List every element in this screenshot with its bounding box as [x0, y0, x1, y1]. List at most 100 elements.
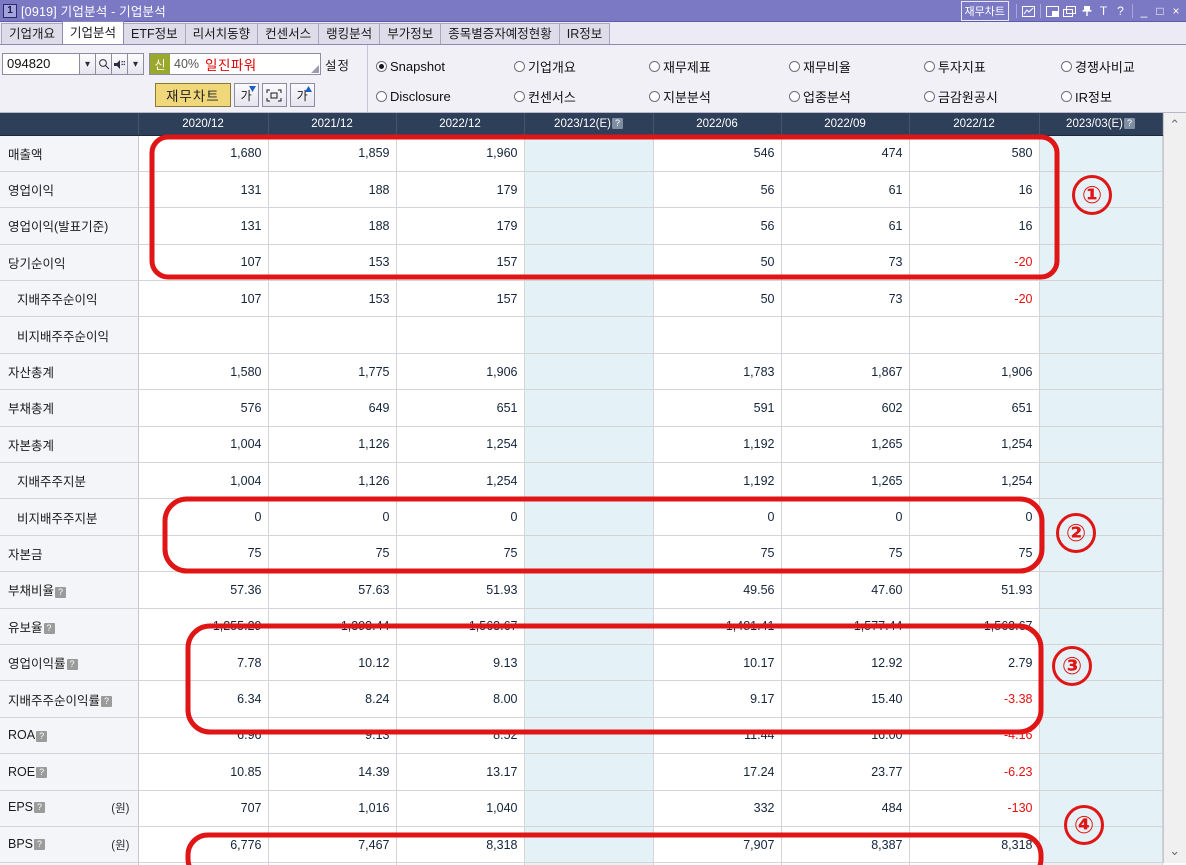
cell-EPS-2022/12[interactable]: 1,040 [396, 790, 525, 827]
table-row[interactable]: 유보율? 1,255.29 1,393.44 1,563.67 1,481.41 1,57… [0, 608, 1163, 645]
cell-자본총계-2023/03(E)[interactable] [1039, 426, 1163, 464]
cell-지배주주순이익률-2020/12[interactable]: 6.34 [138, 680, 269, 718]
cell-자본총계-2022/06[interactable]: 1,192 [653, 426, 782, 464]
help-icon[interactable]: ? [36, 730, 48, 742]
cell-부채비율-2022/09[interactable]: 47.60 [781, 571, 910, 609]
cell-BPS-2022/06[interactable]: 7,907 [653, 826, 782, 864]
cell-부채비율-2022/12[interactable]: 51.93 [396, 571, 525, 609]
cell-영업이익-2022/06[interactable]: 56 [653, 171, 782, 209]
cell-ROA-2020/12[interactable]: 6.96 [138, 717, 269, 755]
cell-영업이익률-2021/12[interactable]: 10.12 [268, 644, 397, 682]
table-row[interactable]: 당기순이익 107 153 157 50 73 -20 [0, 244, 1163, 282]
help-icon[interactable]: ? [55, 586, 67, 598]
tab-컨센서스[interactable]: 컨센서스 [257, 23, 320, 44]
cell-영업이익(발표기준)-2022/06[interactable]: 56 [653, 207, 782, 245]
table-header-2022/06[interactable]: 2022/06 [653, 113, 782, 136]
cell-영업이익-2022/12[interactable]: 179 [396, 171, 525, 209]
cell-지배주주순이익률-2021/12[interactable]: 8.24 [268, 680, 397, 718]
cell-지배주주순이익-2023/03(E)[interactable] [1039, 280, 1163, 318]
cell-지배주주지분-2022/06[interactable]: 1,192 [653, 462, 782, 500]
cell-자본금-2022/12[interactable]: 75 [396, 535, 525, 573]
cell-ROA-2022/09[interactable]: 16.00 [781, 717, 910, 755]
cell-비지배주주순이익-2021/12[interactable] [268, 316, 397, 354]
cell-영업이익-2020/12[interactable]: 131 [138, 171, 269, 209]
cell-당기순이익-2023/12(E)[interactable] [524, 244, 654, 282]
cell-매출액-2022/06[interactable]: 546 [653, 135, 782, 172]
cell-영업이익률-2022/12[interactable]: 2.79 [909, 644, 1040, 682]
cell-영업이익(발표기준)-2020/12[interactable]: 131 [138, 207, 269, 245]
cell-BPS-2021/12[interactable]: 7,467 [268, 826, 397, 864]
cell-BPS-2023/03(E)[interactable] [1039, 826, 1163, 864]
speaker-icon[interactable] [111, 53, 128, 75]
maximize-button[interactable]: □ [1152, 3, 1168, 19]
chevron-down-icon[interactable]: ⌄ [1169, 839, 1180, 863]
table-row[interactable]: 지배주주지분 1,004 1,126 1,254 1,192 1,265 1,254 [0, 462, 1163, 500]
cell-영업이익률-2023/03(E)[interactable] [1039, 644, 1163, 682]
table-row[interactable]: 매출액 1,680 1,859 1,960 546 474 580 [0, 135, 1163, 172]
font-decrease-icon[interactable]: 가 [233, 83, 259, 107]
radio-경쟁사비교[interactable]: 경쟁사비교 [1061, 57, 1135, 76]
vertical-scrollbar[interactable]: ⌃ ⌄ [1162, 113, 1186, 863]
chart-icon[interactable] [1020, 3, 1037, 19]
cell-비지배주주지분-2022/12[interactable]: 0 [396, 498, 525, 536]
cell-자본총계-2022/09[interactable]: 1,265 [781, 426, 910, 464]
cell-부채총계-2023/03(E)[interactable] [1039, 389, 1163, 427]
cell-비지배주주순이익-2022/09[interactable] [781, 316, 910, 354]
cell-자산총계-2022/12[interactable]: 1,906 [909, 353, 1040, 391]
cell-매출액-2022/09[interactable]: 474 [781, 135, 910, 172]
cell-자본금-2022/09[interactable]: 75 [781, 535, 910, 573]
text-icon[interactable]: T [1095, 3, 1112, 19]
table-row[interactable]: EPS? (원) 707 1,016 1,040 332 484 -130 [0, 790, 1163, 827]
cell-유보율-2022/06[interactable]: 1,481.41 [653, 608, 782, 645]
cell-비지배주주지분-2020/12[interactable]: 0 [138, 498, 269, 536]
cell-영업이익률-2023/12(E)[interactable] [524, 644, 654, 682]
radio-컨센서스[interactable]: 컨센서스 [514, 87, 649, 106]
cell-영업이익률-2022/06[interactable]: 10.17 [653, 644, 782, 682]
cell-부채총계-2022/12[interactable]: 651 [396, 389, 525, 427]
cell-ROA-2021/12[interactable]: 9.13 [268, 717, 397, 755]
cell-부채비율-2022/06[interactable]: 49.56 [653, 571, 782, 609]
cell-영업이익-2021/12[interactable]: 188 [268, 171, 397, 209]
cell-비지배주주순이익-2022/12[interactable] [909, 316, 1040, 354]
table-row[interactable]: ROA? 6.96 9.13 8.52 11.44 16.00 -4.16 [0, 717, 1163, 755]
cell-부채총계-2021/12[interactable]: 649 [268, 389, 397, 427]
cascade-icon[interactable] [1061, 3, 1078, 19]
cell-당기순이익-2023/03(E)[interactable] [1039, 244, 1163, 282]
radio-업종분석[interactable]: 업종분석 [789, 87, 924, 106]
cell-영업이익-2023/03(E)[interactable] [1039, 171, 1163, 209]
cell-자산총계-2023/12(E)[interactable] [524, 353, 654, 391]
cell-매출액-2021/12[interactable]: 1,859 [268, 135, 397, 172]
help-icon[interactable]: ? [1123, 118, 1135, 130]
cell-지배주주순이익률-2022/12[interactable]: -3.38 [909, 680, 1040, 718]
tab-ir정보[interactable]: IR정보 [558, 23, 611, 44]
cell-지배주주순이익률-2023/03(E)[interactable] [1039, 680, 1163, 718]
radio-투자지표[interactable]: 투자지표 [924, 57, 1061, 76]
cell-영업이익(발표기준)-2021/12[interactable]: 188 [268, 207, 397, 245]
table-row[interactable]: 영업이익 131 188 179 56 61 16 [0, 171, 1163, 209]
table-row[interactable]: 비지배주주순이익 [0, 316, 1163, 354]
help-icon[interactable]: ? [66, 659, 78, 671]
cell-ROE-2022/09[interactable]: 23.77 [781, 753, 910, 791]
cell-EPS-2023/12(E)[interactable] [524, 790, 654, 827]
cell-비지배주주지분-2021/12[interactable]: 0 [268, 498, 397, 536]
cell-부채비율-2023/03(E)[interactable] [1039, 571, 1163, 609]
cell-영업이익(발표기준)-2022/12[interactable]: 179 [396, 207, 525, 245]
cell-매출액-2023/03(E)[interactable] [1039, 135, 1163, 172]
cell-BPS-2023/12(E)[interactable] [524, 826, 654, 864]
cell-영업이익(발표기준)-2023/12(E)[interactable] [524, 207, 654, 245]
cell-지배주주순이익-2022/12[interactable]: -20 [909, 280, 1040, 318]
table-row[interactable]: BPS? (원) 6,776 7,467 8,318 7,907 8,387 8,318 [0, 826, 1163, 864]
table-header-2021/12[interactable]: 2021/12 [268, 113, 397, 136]
cell-지배주주순이익-2022/12[interactable]: 157 [396, 280, 525, 318]
cell-ROA-2023/03(E)[interactable] [1039, 717, 1163, 755]
cell-지배주주순이익-2022/06[interactable]: 50 [653, 280, 782, 318]
cell-매출액-2023/12(E)[interactable] [524, 135, 654, 172]
cell-유보율-2023/03(E)[interactable] [1039, 608, 1163, 645]
table-row[interactable]: 부채총계 576 649 651 591 602 651 [0, 389, 1163, 427]
cell-BPS-2020/12[interactable]: 6,776 [138, 826, 269, 864]
cell-매출액-2022/12[interactable]: 1,960 [396, 135, 525, 172]
cell-영업이익률-2022/09[interactable]: 12.92 [781, 644, 910, 682]
cell-자본총계-2021/12[interactable]: 1,126 [268, 426, 397, 464]
chevron-up-icon[interactable]: ⌃ [1169, 113, 1180, 137]
cell-부채비율-2023/12(E)[interactable] [524, 571, 654, 609]
